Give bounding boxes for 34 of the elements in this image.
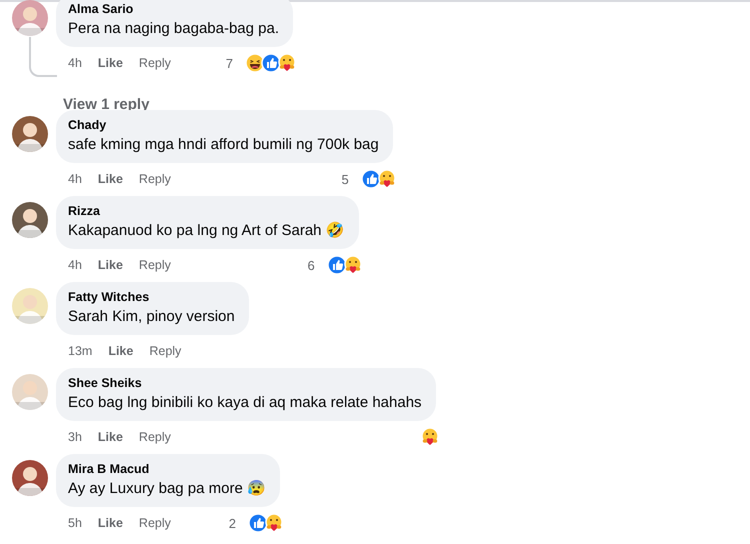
comment-time[interactable]: 4h — [68, 172, 82, 186]
reply-link[interactable]: Reply — [138, 56, 171, 70]
like-link[interactable]: Like — [98, 258, 123, 272]
reaction-count[interactable]: 6 — [307, 258, 315, 272]
comment-time[interactable]: 4h — [68, 258, 82, 272]
reply-link[interactable]: Reply — [138, 516, 171, 530]
author-name[interactable]: Rizza — [68, 203, 345, 219]
like-link[interactable]: Like — [98, 56, 123, 70]
reply-link[interactable]: Reply — [138, 172, 171, 186]
reaction-count[interactable]: 7 — [226, 56, 234, 70]
reaction-count[interactable]: 2 — [228, 516, 236, 530]
reply-link[interactable]: Reply — [138, 258, 171, 272]
author-name[interactable]: Chady — [68, 117, 379, 133]
author-name[interactable]: Shee Sheiks — [68, 375, 422, 391]
author-name[interactable]: Fatty Witches — [68, 289, 235, 305]
like-link[interactable]: Like — [108, 344, 134, 358]
comment-text: safe kming mga hndi afford bumili ng 700k bag — [68, 135, 379, 155]
reply-link[interactable]: Reply — [138, 430, 171, 444]
comment-text: Pera na naging bagaba-bag pa. — [68, 19, 280, 39]
like-link[interactable]: Like — [98, 430, 123, 444]
author-name[interactable]: Alma Sario — [68, 1, 280, 17]
author-name[interactable]: Mira B Macud — [68, 461, 266, 477]
comment-time[interactable]: 5h — [68, 516, 82, 530]
like-link[interactable]: Like — [98, 172, 123, 186]
comment-time[interactable]: 4h — [68, 56, 82, 70]
reaction-count[interactable]: 5 — [342, 172, 349, 186]
like-link[interactable]: Like — [98, 516, 123, 530]
reply-link[interactable]: Reply — [149, 344, 182, 358]
comment-time[interactable]: 3h — [68, 430, 82, 444]
comment-time[interactable]: 13m — [68, 344, 92, 358]
comment-text: Eco bag lng binibili ko kaya di aq maka relate hahahs — [68, 393, 422, 413]
comment-text: Ay ay Luxury bag pa more 😰 — [68, 479, 266, 499]
comment-text: Sarah Kim, pinoy version — [68, 307, 235, 327]
comment-text: Kakapanuod ko pa lng ng Art of Sarah 🤣 — [68, 221, 345, 241]
